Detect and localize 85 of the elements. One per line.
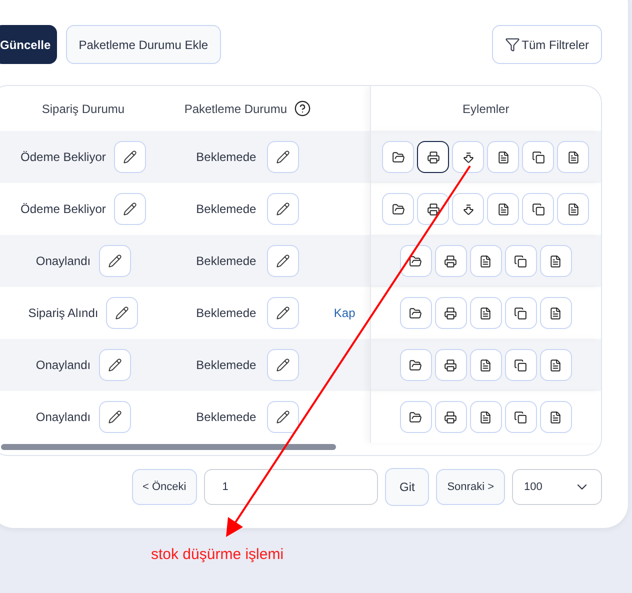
document-icon: [479, 358, 492, 372]
edit-button[interactable]: [267, 401, 300, 433]
document-icon: [549, 358, 562, 372]
previous-button[interactable]: < Önceki: [132, 469, 198, 505]
folder-icon: [409, 306, 422, 320]
document-icon: [549, 410, 562, 424]
page-size-select[interactable]: 100: [512, 469, 602, 505]
edit-button[interactable]: [114, 193, 146, 225]
document-icon: [549, 306, 562, 320]
down-arrow-icon: [462, 150, 475, 164]
document-icon: [479, 306, 492, 320]
packaging-status: Beklemede: [196, 253, 256, 270]
document-icon: [549, 254, 562, 268]
document-icon: [496, 150, 510, 164]
table-link[interactable]: Kap: [334, 304, 356, 322]
edit-button[interactable]: [98, 245, 131, 277]
edit-button[interactable]: [267, 193, 300, 225]
pencil-icon: [108, 410, 122, 424]
column-header: Paketleme Durumu: [184, 100, 288, 118]
order-status: Onaylandı: [36, 253, 91, 270]
edit-button[interactable]: [106, 297, 138, 329]
folder-icon: [409, 358, 422, 372]
edit-button[interactable]: [267, 141, 300, 173]
order-status: Ödeme Bekliyor: [20, 149, 106, 166]
add-packaging-status-button[interactable]: Paketleme Durumu Ekle: [66, 25, 222, 64]
packaging-status: Beklemede: [196, 409, 256, 426]
printer-icon: [444, 254, 458, 268]
order-status: Ödeme Bekliyor: [20, 201, 106, 218]
document-icon: [496, 202, 510, 216]
annotation-text: stok düşürme işlemi: [151, 545, 284, 565]
order-status: Onaylandı: [36, 409, 91, 426]
pencil-icon: [276, 150, 290, 164]
pencil-icon: [276, 202, 290, 216]
go-button[interactable]: Git: [385, 468, 430, 506]
edit-button[interactable]: [114, 141, 146, 173]
pencil-icon: [122, 150, 137, 164]
down-arrow-icon: [462, 202, 475, 216]
help-icon[interactable]: [294, 100, 312, 117]
copy-icon: [514, 254, 528, 268]
printer-icon: [444, 410, 458, 424]
filter-icon: [504, 37, 520, 52]
printer-icon: [444, 358, 458, 372]
copy-icon: [532, 150, 545, 164]
order-status: Sipariş Alındı: [28, 305, 98, 322]
folder-icon: [392, 150, 405, 164]
packaging-status: Beklemede: [196, 357, 256, 374]
next-button[interactable]: Sonraki >: [436, 469, 505, 505]
document-icon: [566, 150, 580, 164]
printer-icon: [444, 306, 458, 320]
scrollbar[interactable]: [1, 444, 336, 450]
edit-button[interactable]: [98, 349, 131, 381]
pencil-icon: [276, 254, 290, 268]
pencil-icon: [276, 306, 290, 320]
copy-icon: [514, 358, 528, 372]
packaging-status: Beklemede: [196, 149, 256, 166]
copy-icon: [514, 410, 528, 424]
update-button[interactable]: Güncelle: [0, 25, 57, 64]
printer-icon: [426, 150, 440, 164]
column-header: Sipariş Durumu: [40, 100, 126, 118]
pencil-icon: [108, 358, 122, 372]
edit-button[interactable]: [267, 245, 300, 277]
copy-icon: [532, 202, 545, 216]
printer-icon: [426, 202, 440, 216]
pencil-icon: [108, 254, 122, 268]
action-button[interactable]: [417, 141, 450, 173]
edit-button[interactable]: [267, 349, 300, 381]
pencil-icon: [276, 410, 290, 424]
pencil-icon: [122, 202, 137, 216]
page-input[interactable]: 1: [204, 469, 378, 505]
edit-button[interactable]: [267, 297, 300, 329]
document-icon: [566, 202, 580, 216]
order-status: Onaylandı: [36, 357, 91, 374]
pencil-icon: [276, 358, 290, 372]
folder-icon: [409, 410, 422, 424]
document-icon: [479, 410, 492, 424]
folder-icon: [409, 254, 422, 268]
packaging-status: Beklemede: [196, 201, 256, 218]
folder-icon: [392, 202, 405, 216]
edit-button[interactable]: [98, 401, 131, 433]
packaging-status: Beklemede: [196, 305, 256, 322]
filters-button[interactable]: Tüm Filtreler: [492, 25, 602, 64]
column-header: Eylemler: [462, 100, 510, 118]
copy-icon: [514, 306, 528, 320]
document-icon: [479, 254, 492, 268]
pencil-icon: [115, 306, 130, 320]
